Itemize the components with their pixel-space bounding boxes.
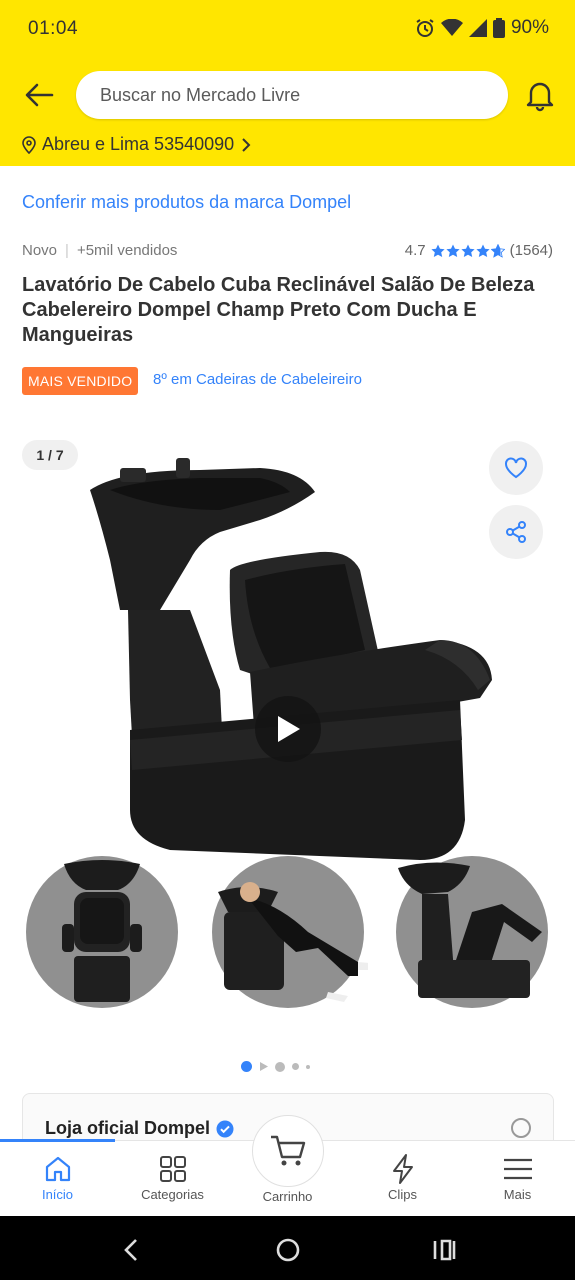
signal-icon [468, 19, 487, 37]
cart-icon [271, 1135, 306, 1166]
star-icon [476, 244, 490, 257]
heart-icon [505, 457, 527, 479]
nav-clips[interactable]: Clips [345, 1151, 460, 1202]
lightning-icon [392, 1154, 413, 1184]
location-text: Abreu e Lima 53540090 [42, 134, 235, 154]
nav-cart[interactable] [252, 1115, 324, 1187]
brand-link[interactable]: Conferir mais produtos da marca Dompel [22, 192, 351, 213]
thumbnail-image[interactable] [392, 852, 552, 1012]
nav-cart-label: Carrinho [262, 1189, 313, 1204]
carousel-dot-active [241, 1061, 252, 1072]
rating-stars [431, 243, 505, 258]
thumbnail-image[interactable] [208, 852, 368, 1012]
product-title: Lavatório De Cabelo Cuba Reclinável Salã… [22, 274, 535, 346]
store-name: Loja oficial Dompel [45, 1118, 234, 1139]
meta-divider: | [65, 242, 69, 259]
menu-icon [503, 1158, 532, 1180]
wifi-icon [440, 19, 463, 36]
bell-icon[interactable] [523, 78, 557, 112]
product-image[interactable] [80, 440, 500, 860]
nav-categories-label: Categorias [141, 1187, 204, 1202]
star-icon [431, 244, 445, 257]
condition-text: Novo [22, 242, 58, 259]
carousel-indicator [241, 1061, 310, 1072]
star-icon [461, 244, 475, 257]
play-video-button[interactable] [255, 696, 321, 762]
sold-count: +5mil vendidos [76, 242, 178, 259]
bottom-navigation: Início Categorias Carrinho Clips Mais [0, 1115, 575, 1216]
system-back-icon[interactable] [118, 1236, 146, 1264]
carousel-play-indicator-icon [260, 1062, 268, 1071]
app-header: 01:04 90% Abreu e Lima 53540090 [0, 0, 575, 166]
alarm-icon [416, 19, 434, 37]
review-count: (1564) [509, 242, 553, 259]
carousel-dot [292, 1063, 299, 1070]
system-home-icon[interactable] [274, 1236, 302, 1264]
nav-home-label: Início [41, 1187, 74, 1202]
search-input[interactable] [76, 71, 508, 119]
status-time: 01:04 [28, 18, 79, 39]
status-bar: 01:04 90% [0, 0, 575, 60]
system-navigation-bar [0, 1216, 575, 1280]
active-tab-indicator [0, 1139, 115, 1142]
star-icon [446, 244, 460, 257]
best-seller-badge: MAIS VENDIDO [22, 367, 139, 395]
nav-home[interactable]: Início [0, 1151, 115, 1202]
status-icons: 90% [415, 17, 549, 39]
nav-more[interactable]: Mais [460, 1151, 575, 1202]
rating-value: 4.7 [404, 242, 426, 259]
location-selector[interactable]: Abreu e Lima 53540090 [22, 134, 252, 155]
share-icon [506, 521, 526, 543]
rating-summary[interactable]: 4.7 (1564) [405, 242, 553, 259]
system-recents-icon[interactable] [430, 1236, 458, 1264]
nav-clips-label: Clips [388, 1187, 417, 1202]
store-name-text: Loja oficial Dompel [45, 1118, 211, 1138]
carousel-dot [306, 1064, 310, 1069]
carousel-dot [275, 1061, 285, 1072]
battery-icon [492, 18, 505, 38]
chevron-right-icon [242, 137, 251, 152]
grid-icon [159, 1156, 186, 1182]
nav-more-label: Mais [503, 1187, 532, 1202]
thumbnail-image[interactable] [22, 852, 182, 1012]
category-rank-link[interactable]: 8º em Cadeiras de Cabeleireiro [153, 371, 362, 388]
nav-categories[interactable]: Categorias [115, 1151, 230, 1202]
image-counter: 1 / 7 [22, 440, 78, 470]
search-bar[interactable] [76, 71, 508, 119]
store-radio[interactable] [511, 1118, 531, 1138]
battery-level: 90% [510, 17, 549, 38]
play-icon [278, 716, 300, 742]
back-arrow-icon[interactable] [22, 78, 56, 112]
verified-badge-icon [216, 1120, 234, 1137]
star-half-icon [490, 243, 505, 258]
product-meta: Novo | +5mil vendidos [22, 242, 177, 259]
location-pin-icon [22, 135, 36, 154]
home-icon [45, 1156, 70, 1182]
